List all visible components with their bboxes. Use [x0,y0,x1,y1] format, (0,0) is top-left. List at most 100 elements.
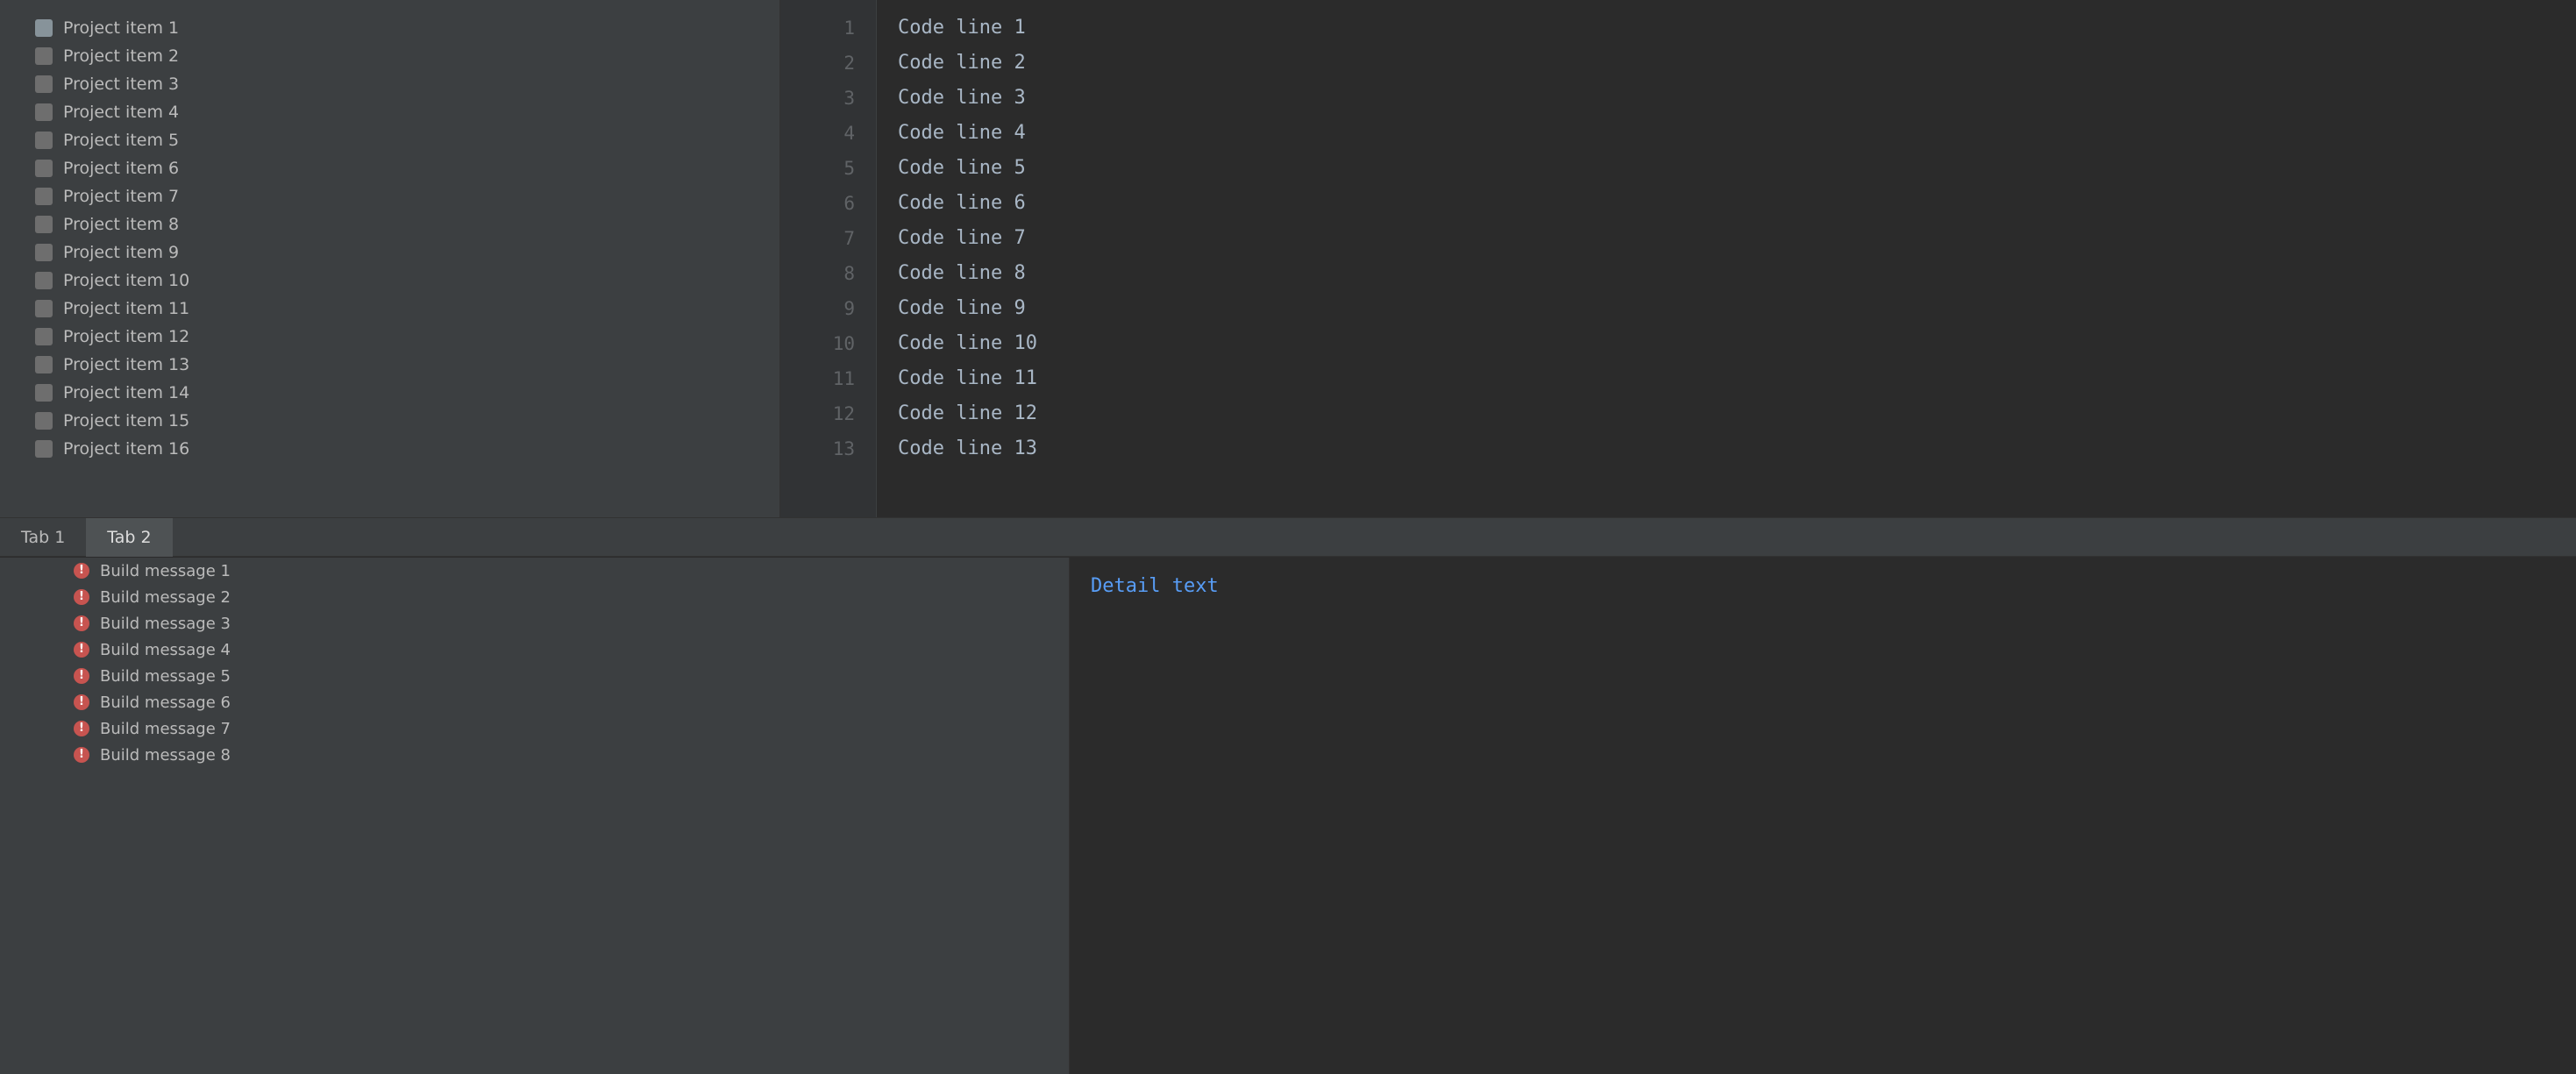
project-tree-item[interactable]: Project item 1 [0,14,779,42]
tool-window-tab[interactable]: Tab 1 [0,518,86,557]
project-tree-item[interactable]: Project item 7 [0,182,779,210]
project-tree-item-label: Project item 10 [63,271,190,290]
file-icon [35,216,53,233]
code-line[interactable]: Code line 8 [898,256,2576,291]
project-tree-item-label: Project item 15 [63,411,190,430]
line-number: 2 [843,53,855,74]
build-message-row[interactable]: ! Build message 7 [0,715,1069,742]
project-tree-item-label: Project item 8 [63,215,180,234]
file-icon [35,412,53,430]
line-number: 5 [843,158,855,179]
tool-window-tab[interactable]: Tab 2 [86,517,173,557]
build-message-text: Build message 8 [100,745,231,765]
file-icon [35,19,53,37]
detail-text[interactable]: Detail text [1091,575,1219,597]
code-line[interactable]: Code line 4 [898,116,2576,151]
line-number: 9 [843,298,855,319]
project-tree-item-label: Project item 5 [63,131,180,150]
code-line[interactable]: Code line 7 [898,221,2576,256]
project-tree-item-label: Project item 2 [63,46,180,66]
tool-window-tabs: Tab 1 Tab 2 [0,517,2576,557]
build-messages-tree[interactable]: ! Build message 1! Build message 2! Build m… [0,558,1070,1074]
build-message-row[interactable]: ! Build message 5 [0,663,1069,689]
file-icon [35,103,53,121]
project-tree-item-label: Project item 6 [63,159,180,178]
build-message-text: Build message 2 [100,587,231,607]
error-icon: ! [74,589,89,605]
project-tree-item[interactable]: Project item 16 [0,435,779,463]
project-tree-item[interactable]: Project item 2 [0,42,779,70]
project-tree-item[interactable]: Project item 10 [0,267,779,295]
project-tree-item-label: Project item 3 [63,75,180,94]
project-tree-item-label: Project item 11 [63,299,190,318]
file-icon [35,272,53,289]
code-area[interactable]: Code line 1 Code line 2 Code line 3 Code li… [877,0,2576,517]
top-area: Project item 1 Project item 2 Project item… [0,0,2576,517]
project-tree-item-label: Project item 4 [63,103,180,122]
build-message-row[interactable]: ! Build message 3 [0,610,1069,637]
project-tree-item-label: Project item 7 [63,187,180,206]
line-number: 6 [843,193,855,214]
file-icon [35,244,53,261]
project-tree-item-label: Project item 13 [63,355,190,374]
build-message-row[interactable]: ! Build message 4 [0,637,1069,663]
error-icon: ! [74,642,89,658]
code-line[interactable]: Code line 5 [898,151,2576,186]
error-icon: ! [74,668,89,684]
project-tree-item[interactable]: Project item 6 [0,154,779,182]
error-icon: ! [74,563,89,579]
project-tree-item-label: Project item 9 [63,243,180,262]
code-line[interactable]: Code line 1 [898,11,2576,46]
project-tree-item[interactable]: Project item 13 [0,351,779,379]
build-message-text: Build message 4 [100,640,231,659]
project-tree-item[interactable]: Project item 11 [0,295,779,323]
project-tree-item-label: Project item 12 [63,327,190,346]
project-tree-item[interactable]: Project item 5 [0,126,779,154]
project-tree-item-label: Project item 1 [63,18,180,38]
code-line[interactable]: Code line 2 [898,46,2576,81]
project-tree-item[interactable]: Project item 14 [0,379,779,407]
project-tree-item[interactable]: Project item 9 [0,238,779,267]
line-number: 4 [843,123,855,144]
code-line[interactable]: Code line 11 [898,361,2576,396]
build-message-text: Build message 3 [100,614,231,633]
build-detail-pane[interactable]: Detail text [1070,558,2576,1074]
error-icon: ! [74,747,89,763]
code-line[interactable]: Code line 9 [898,291,2576,326]
project-tree-item[interactable]: Project item 3 [0,70,779,98]
build-message-text: Build message 6 [100,693,231,712]
build-message-text: Build message 1 [100,561,231,580]
code-line[interactable]: Code line 13 [898,431,2576,466]
project-tree-item[interactable]: Project item 8 [0,210,779,238]
build-message-row[interactable]: ! Build message 8 [0,742,1069,768]
file-icon [35,300,53,317]
line-number: 11 [832,368,855,389]
project-tree: Project item 1 Project item 2 Project item… [0,0,780,517]
code-line[interactable]: Code line 12 [898,396,2576,431]
project-tree-item-label: Project item 14 [63,383,190,402]
error-icon: ! [74,694,89,710]
code-line[interactable]: Code line 6 [898,186,2576,221]
file-icon [35,440,53,458]
build-message-row[interactable]: ! Build message 1 [0,558,1069,584]
code-line[interactable]: Code line 3 [898,81,2576,116]
line-number: 1 [843,18,855,39]
file-icon [35,328,53,345]
code-line[interactable]: Code line 10 [898,326,2576,361]
line-number: 12 [832,403,855,424]
line-number: 8 [843,263,855,284]
file-icon [35,47,53,65]
line-number: 7 [843,228,855,249]
file-icon [35,188,53,205]
build-message-row[interactable]: ! Build message 2 [0,584,1069,610]
project-tree-item[interactable]: Project item 15 [0,407,779,435]
line-number-gutter: 1 2 3 4 5 6 7 8 9 10 11 12 13 [780,0,877,517]
build-message-row[interactable]: ! Build message 6 [0,689,1069,715]
file-icon [35,160,53,177]
project-tree-item[interactable]: Project item 4 [0,98,779,126]
file-icon [35,356,53,373]
file-icon [35,384,53,402]
project-tree-item-label: Project item 16 [63,439,190,459]
project-tree-item[interactable]: Project item 12 [0,323,779,351]
code-editor[interactable]: 1 2 3 4 5 6 7 8 9 10 11 12 13 Code line 1 Code line 2… [780,0,2576,517]
